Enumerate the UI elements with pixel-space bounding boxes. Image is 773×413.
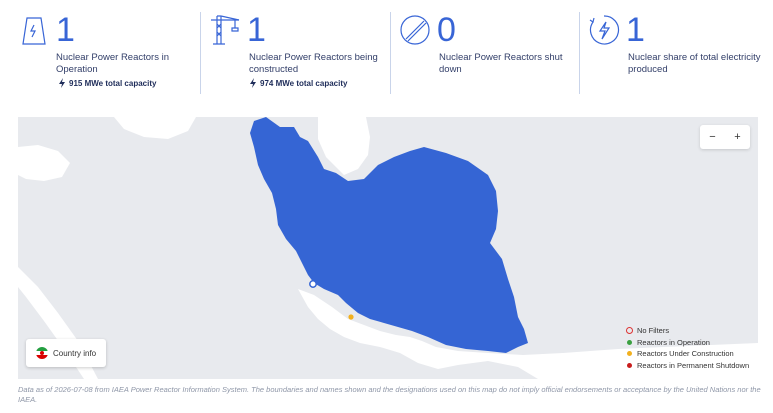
map-legend: No Filters Reactors in Operation Reactor…	[626, 325, 749, 371]
country-info-button[interactable]: Country info	[26, 339, 106, 367]
map-view[interactable]: − + Country info No Filters Reactors in …	[18, 117, 758, 379]
legend-label: No Filters	[637, 326, 670, 335]
legend-label: Reactors in Operation	[637, 337, 710, 347]
zoom-out-button[interactable]: −	[700, 125, 725, 149]
green-dot-icon	[627, 339, 632, 345]
no-filters-icon	[626, 327, 633, 335]
legend-item-construction[interactable]: Reactors Under Construction	[626, 348, 749, 360]
mediterranean-sea	[18, 145, 70, 181]
stat-operating-value: 1	[56, 11, 75, 49]
iran-country-shape[interactable]	[250, 117, 528, 353]
stat-share: 1 Nuclear share of total electricity pro…	[579, 12, 769, 94]
stat-construction-capacity: 974 MWe total capacity	[249, 78, 347, 88]
electricity-share-icon	[589, 15, 620, 45]
stat-operating-capacity: 915 MWe total capacity	[58, 78, 156, 88]
crane-icon	[211, 15, 240, 45]
stat-construction-value: 1	[247, 11, 266, 49]
legend-item-no-filters[interactable]: No Filters	[626, 325, 749, 337]
stat-construction-label: Nuclear Power Reactors being constructed	[249, 52, 378, 75]
bolt-icon	[59, 78, 65, 88]
capacity-text: 915 MWe total capacity	[69, 78, 157, 88]
legend-label: Reactors in Permanent Shutdown	[637, 360, 750, 370]
map-footnote: Data as of 2026-07-08 from IAEA Power Re…	[18, 385, 761, 404]
shutdown-icon	[400, 15, 430, 45]
zoom-in-button[interactable]: +	[725, 125, 750, 149]
yellow-dot-icon	[627, 351, 632, 357]
capacity-text: 974 MWe total capacity	[260, 78, 348, 88]
stat-construction: 1 Nuclear Power Reactors being construct…	[200, 12, 390, 94]
bolt-icon	[250, 78, 256, 88]
stat-shutdown-label: Nuclear Power Reactors shut down	[439, 52, 563, 75]
stat-shutdown-value: 0	[437, 11, 456, 49]
stat-shutdown: 0 Nuclear Power Reactors shut down	[390, 12, 578, 94]
stat-share-label: Nuclear share of total electricity produ…	[628, 52, 761, 75]
red-dot-icon	[627, 362, 632, 368]
stat-operating-label: Nuclear Power Reactors in Operation	[56, 52, 169, 75]
legend-item-operation[interactable]: Reactors in Operation	[626, 337, 749, 349]
black-sea	[114, 117, 196, 139]
cooling-tower-icon	[22, 17, 46, 45]
reactor-marker-construction[interactable]	[348, 314, 354, 320]
stat-share-value: 1	[626, 11, 645, 49]
zoom-controls: − +	[700, 125, 750, 149]
stats-row: 1 Nuclear Power Reactors in Operation 91…	[0, 0, 773, 100]
legend-label: Reactors Under Construction	[637, 349, 734, 358]
iran-flag-icon	[36, 347, 48, 359]
country-info-label: Country info	[53, 348, 97, 358]
reactor-marker-operation[interactable]	[309, 280, 317, 288]
caspian-sea	[318, 117, 370, 175]
stat-operating: 1 Nuclear Power Reactors in Operation 91…	[18, 12, 198, 94]
legend-item-shutdown[interactable]: Reactors in Permanent Shutdown	[626, 360, 749, 372]
